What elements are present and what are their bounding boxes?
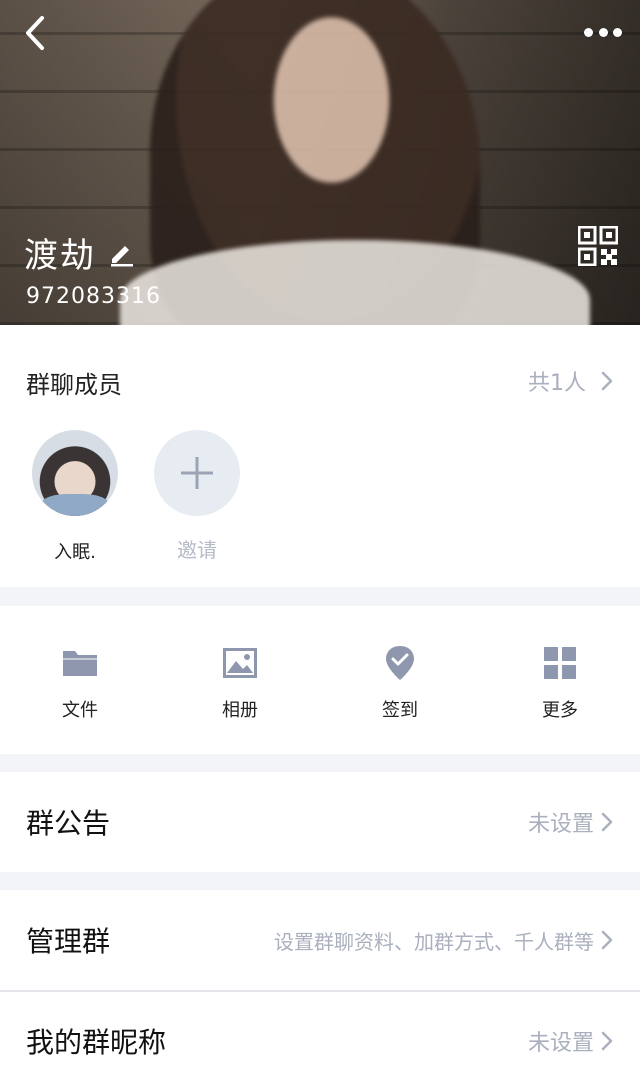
manage-group-row[interactable]: 管理群 设置群聊资料、加群方式、千人群等 [0, 890, 640, 990]
group-members-section: 群聊成员 共1人 入眠. 邀请 [0, 325, 640, 587]
qr-code-icon[interactable] [578, 226, 618, 266]
manage-group-title: 管理群 [26, 925, 111, 958]
back-arrow-icon [26, 16, 44, 50]
plus-icon [181, 457, 213, 489]
members-count-link[interactable]: 共1人 [528, 365, 614, 397]
more-options-button[interactable] [582, 14, 624, 50]
action-checkin[interactable]: 签到 [320, 606, 480, 754]
invite-member[interactable]: 邀请 [152, 430, 242, 563]
my-group-nickname-value-wrap: 未设置 [528, 1025, 614, 1057]
chevron-right-icon [601, 812, 613, 832]
action-files-label: 文件 [62, 700, 98, 721]
checkin-icon [386, 646, 414, 680]
members-count: 共1人 [528, 371, 586, 396]
chevron-right-icon [601, 1031, 613, 1051]
chevron-right-icon [601, 930, 613, 950]
chevron-right-icon [601, 371, 613, 391]
folder-icon [63, 651, 97, 676]
group-name-row[interactable]: 渡劫 [24, 228, 136, 277]
member-item[interactable]: 入眠. [30, 430, 120, 564]
group-name: 渡劫 [24, 236, 96, 276]
grid-icon [544, 647, 576, 679]
action-album-label: 相册 [222, 700, 258, 721]
action-more-label: 更多 [542, 700, 578, 721]
action-files[interactable]: 文件 [0, 606, 160, 754]
my-group-nickname-row[interactable]: 我的群昵称 未设置 [0, 992, 640, 1090]
member-name: 入眠. [54, 542, 96, 563]
action-album[interactable]: 相册 [160, 606, 320, 754]
more-dot-icon [613, 27, 622, 37]
group-actions-bar: 文件 相册 签到 更多 [0, 606, 640, 754]
edit-icon[interactable] [108, 239, 136, 267]
manage-group-value: 设置群聊资料、加群方式、千人群等 [274, 929, 594, 954]
action-more[interactable]: 更多 [480, 606, 640, 754]
group-notice-title: 群公告 [26, 807, 111, 840]
invite-button[interactable] [154, 430, 240, 516]
image-icon [223, 648, 257, 678]
members-title: 群聊成员 [26, 371, 122, 399]
group-id: 972083316 [26, 284, 161, 309]
group-notice-row[interactable]: 群公告 未设置 [0, 772, 640, 872]
group-notice-value: 未设置 [527, 812, 594, 837]
manage-group-value-wrap: 设置群聊资料、加群方式、千人群等 [274, 926, 614, 955]
member-avatar[interactable] [32, 430, 118, 516]
my-group-nickname-title: 我的群昵称 [26, 1026, 167, 1059]
invite-label: 邀请 [177, 538, 217, 562]
action-checkin-label: 签到 [382, 700, 418, 721]
back-button[interactable] [20, 14, 54, 52]
group-notice-value-wrap: 未设置 [528, 806, 614, 838]
more-dot-icon [598, 27, 608, 37]
more-dot-icon [584, 27, 593, 37]
my-group-nickname-value: 未设置 [527, 1031, 594, 1056]
avatar-shirt [42, 494, 108, 516]
group-cover: 渡劫 972083316 [0, 0, 640, 325]
